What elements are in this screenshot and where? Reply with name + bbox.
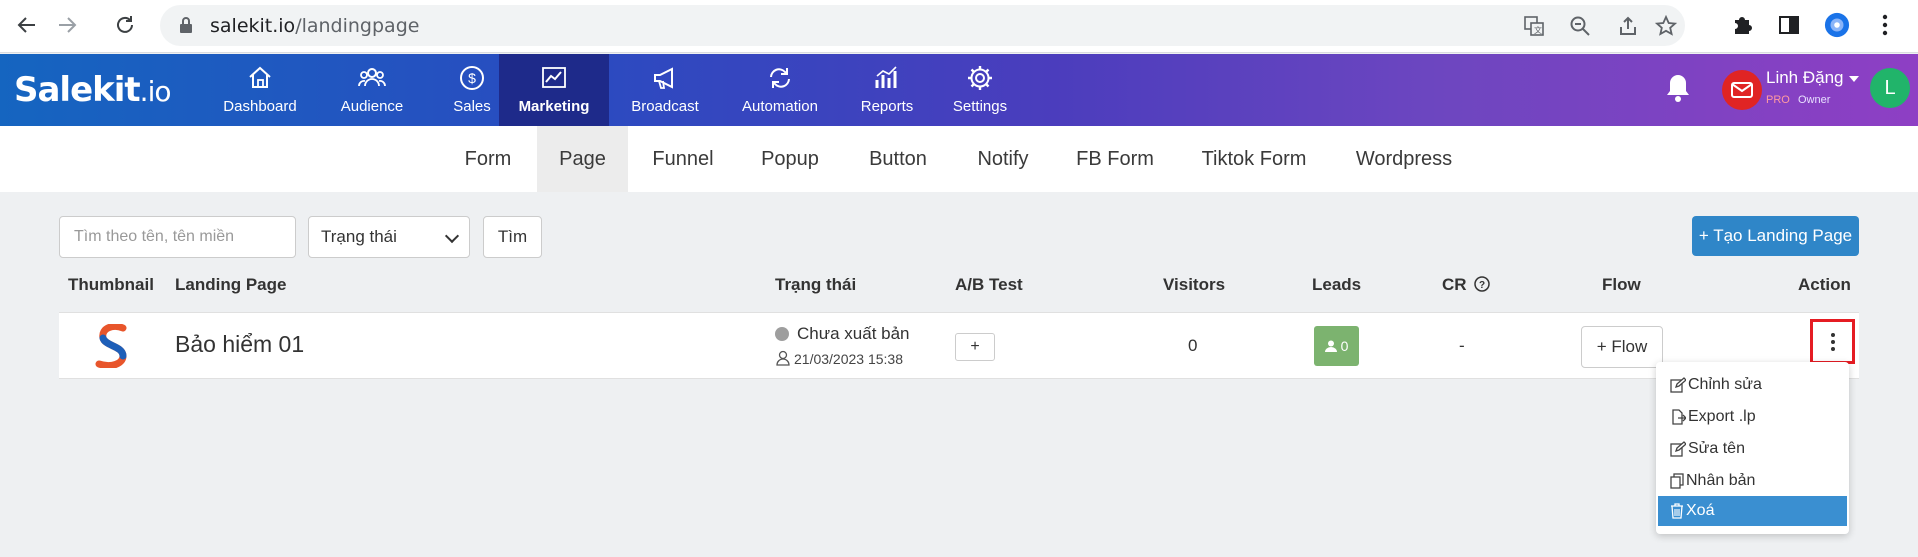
menu-item-duplicate[interactable]: Nhân bản (1658, 466, 1847, 496)
report-icon (875, 66, 897, 88)
gear-icon (968, 66, 992, 90)
nav-reports[interactable]: Reports (847, 54, 927, 126)
status-text: Chưa xuất bản (797, 324, 910, 343)
user-caret-icon[interactable] (1849, 76, 1859, 82)
profile-extension-icon[interactable] (1824, 12, 1850, 38)
reload-icon[interactable] (110, 10, 140, 40)
nav-marketing[interactable]: Marketing (499, 54, 609, 126)
forward-icon[interactable] (52, 10, 82, 40)
bell-icon[interactable] (1664, 72, 1692, 104)
dollar-icon: $ (460, 66, 484, 90)
trash-icon (1671, 503, 1683, 519)
th-action: Action (1798, 275, 1851, 294)
svg-text:$: $ (468, 70, 476, 86)
th-status: Trạng thái (775, 275, 857, 294)
avatar[interactable]: L (1870, 68, 1910, 108)
translate-icon[interactable]: 文 (1522, 14, 1546, 38)
search-button[interactable]: Tìm (483, 216, 542, 258)
repeat-icon (770, 68, 790, 88)
menu-item-rename[interactable]: Sửa tên (1658, 434, 1847, 464)
th-landing-page: Landing Page (175, 275, 287, 294)
more-vertical-icon (1830, 332, 1835, 337)
home-icon (249, 66, 271, 88)
th-thumbnail: Thumbnail (68, 275, 154, 294)
logo[interactable]: Salekit.io (14, 70, 171, 110)
th-flow: Flow (1602, 275, 1641, 294)
create-landing-page-button[interactable]: + Tạo Landing Page (1692, 216, 1859, 256)
export-icon (1672, 409, 1686, 425)
user-role: Owner (1798, 94, 1831, 106)
sidepanel-icon[interactable] (1776, 12, 1802, 38)
add-ab-test-button[interactable]: + (955, 333, 995, 361)
lock-icon (180, 17, 192, 33)
chevron-down-icon (444, 228, 460, 244)
edit-icon (1670, 377, 1686, 393)
add-flow-button[interactable]: + Flow (1581, 326, 1663, 368)
th-leads: Leads (1312, 275, 1362, 294)
thumbnail-image[interactable] (95, 324, 131, 368)
created-date: 21/03/2023 15:38 (794, 351, 903, 367)
user-name[interactable]: Linh Đặng (1766, 68, 1844, 88)
megaphone-icon (654, 67, 673, 89)
menu-item-delete[interactable]: Xoá (1658, 496, 1847, 526)
tab-notify[interactable]: Notify (960, 126, 1046, 192)
mail-icon[interactable] (1722, 70, 1762, 110)
address-bar[interactable]: salekit.io/landingpage 文 (160, 5, 1685, 46)
svg-text:文: 文 (1534, 25, 1542, 35)
user-plan: PRO (1766, 94, 1790, 106)
svg-text:?: ? (1479, 280, 1485, 291)
action-dropdown: Chỉnh sửa Export .lp Sửa tên Nhân bản Xo… (1656, 362, 1849, 534)
tab-button[interactable]: Button (853, 126, 943, 192)
menu-item-edit[interactable]: Chỉnh sửa (1658, 370, 1847, 400)
star-icon[interactable] (1654, 14, 1678, 38)
tab-funnel[interactable]: Funnel (636, 126, 730, 192)
nav-audience[interactable]: Audience (322, 54, 422, 126)
share-icon[interactable] (1616, 14, 1640, 38)
user-icon (776, 350, 790, 366)
landing-page-name[interactable]: Bảo hiểm 01 (175, 331, 304, 358)
back-icon[interactable] (12, 10, 42, 40)
th-cr: CR ? (1442, 275, 1491, 295)
menu-item-export[interactable]: Export .lp (1658, 402, 1847, 432)
browser-toolbar: salekit.io/landingpage 文 (0, 0, 1918, 53)
cr-value: - (1459, 336, 1465, 355)
rename-icon (1670, 441, 1686, 457)
url-text: salekit.io/landingpage (210, 15, 420, 37)
action-menu-button[interactable] (1810, 319, 1855, 364)
search-input[interactable] (59, 216, 296, 258)
th-ab-test: A/B Test (955, 275, 1023, 294)
nav-dashboard[interactable]: Dashboard (210, 54, 310, 126)
zoom-icon[interactable] (1568, 14, 1592, 38)
tab-wordpress[interactable]: Wordpress (1343, 126, 1465, 192)
status-select[interactable]: Trạng thái (308, 216, 470, 258)
nav-automation[interactable]: Automation (730, 54, 830, 126)
users-icon (358, 68, 386, 87)
copy-icon (1670, 473, 1684, 489)
app-header: Salekit.io Dashboard Audience $ Sales Ma… (0, 54, 1918, 126)
tab-page[interactable]: Page (537, 126, 628, 192)
nav-broadcast[interactable]: Broadcast (620, 54, 710, 126)
tab-fb-form[interactable]: FB Form (1066, 126, 1164, 192)
leads-badge[interactable]: 0 (1314, 326, 1359, 366)
menu-dots-icon[interactable] (1872, 12, 1898, 38)
status-indicator (775, 327, 789, 341)
marketing-subtabs: Form Page Funnel Popup Button Notify FB … (0, 126, 1918, 192)
visitors-count: 0 (1188, 336, 1198, 355)
tab-form[interactable]: Form (449, 126, 527, 192)
chart-icon (542, 67, 566, 88)
user-icon (1324, 340, 1337, 352)
th-visitors: Visitors (1163, 275, 1226, 294)
help-icon[interactable]: ? (1474, 276, 1491, 292)
nav-settings[interactable]: Settings (940, 54, 1020, 126)
tab-tiktok-form[interactable]: Tiktok Form (1186, 126, 1322, 192)
tab-popup[interactable]: Popup (744, 126, 836, 192)
extensions-icon[interactable] (1729, 12, 1755, 38)
